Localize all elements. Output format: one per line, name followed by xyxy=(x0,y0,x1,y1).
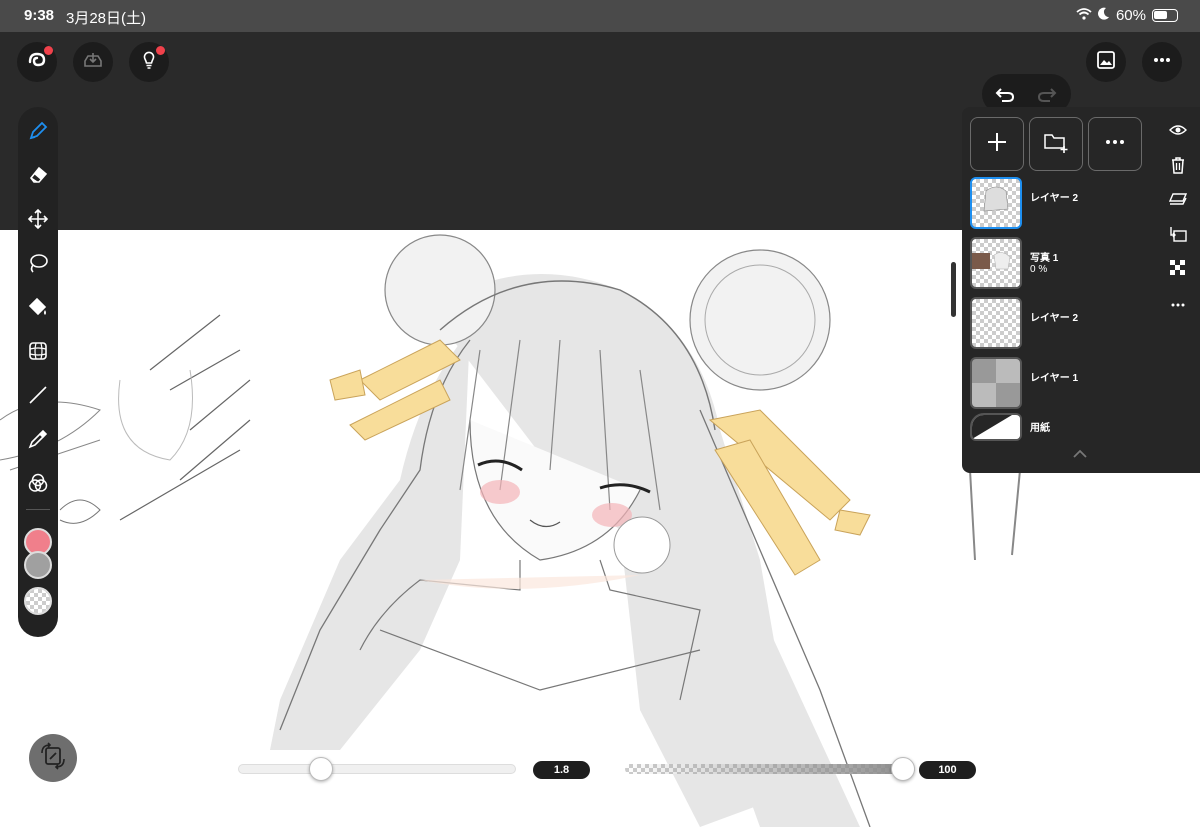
eyedropper-tool[interactable] xyxy=(26,429,50,453)
layer-more-button[interactable] xyxy=(1166,293,1190,315)
more-icon xyxy=(1170,295,1186,313)
tips-button[interactable] xyxy=(129,42,169,82)
battery-icon xyxy=(1152,9,1178,22)
layer-thumbnail xyxy=(970,177,1022,229)
transform-icon xyxy=(27,340,49,367)
layer-name: 写真 1 xyxy=(1030,253,1059,264)
lasso-tool[interactable] xyxy=(26,253,50,277)
moon-icon xyxy=(1097,7,1110,24)
gallery-button[interactable] xyxy=(1086,42,1126,82)
eraser-tool[interactable] xyxy=(26,165,50,189)
opacity-value: 100 xyxy=(919,761,976,779)
import-button[interactable] xyxy=(73,42,113,82)
plus-icon xyxy=(985,130,1009,159)
visibility-button[interactable] xyxy=(1166,121,1190,143)
layer-name: レイヤー 1 xyxy=(1030,373,1079,384)
layers-icon xyxy=(1168,192,1188,213)
pen-icon xyxy=(27,120,49,147)
undo-icon[interactable] xyxy=(994,83,1016,110)
blend-tool[interactable] xyxy=(26,473,50,497)
add-layer-button[interactable] xyxy=(970,117,1024,171)
redo-icon[interactable] xyxy=(1036,83,1058,110)
folder-plus-icon xyxy=(1042,130,1070,159)
app-menu-button[interactable] xyxy=(17,42,57,82)
wifi-icon xyxy=(1076,7,1092,24)
delete-layer-button[interactable] xyxy=(1166,156,1190,178)
layer-thumbnail xyxy=(970,357,1022,409)
fill-icon xyxy=(27,296,49,323)
layer-row[interactable]: レイヤー 1 xyxy=(970,357,1160,411)
transform-tool[interactable] xyxy=(26,341,50,365)
alpha-lock-button[interactable] xyxy=(1166,259,1190,281)
line-icon xyxy=(27,384,49,411)
layer-name: 用紙 xyxy=(1030,423,1050,434)
fill-tool[interactable] xyxy=(26,297,50,321)
checker-icon xyxy=(1170,259,1186,281)
opacity-slider[interactable] xyxy=(625,764,915,774)
brush-size-slider[interactable] xyxy=(238,764,516,774)
tool-divider xyxy=(26,509,50,510)
tool-bar xyxy=(18,107,58,637)
line-tool[interactable] xyxy=(26,385,50,409)
status-time: 9:38 xyxy=(24,7,55,24)
rotate-icon xyxy=(38,741,68,776)
notification-dot xyxy=(156,46,165,55)
secondary-color-swatch[interactable] xyxy=(24,551,52,579)
opacity-knob[interactable] xyxy=(891,757,915,781)
more-button[interactable] xyxy=(1142,42,1182,82)
status-right: 60% xyxy=(1076,7,1178,24)
merge-layer-button[interactable] xyxy=(1166,191,1190,213)
layer-row[interactable]: レイヤー 2 xyxy=(970,177,1160,231)
layer-row[interactable]: 写真 1 0 % xyxy=(970,237,1160,291)
brush-size-knob[interactable] xyxy=(309,757,333,781)
layer-thumbnail xyxy=(970,413,1022,441)
layer-row[interactable]: レイヤー 2 xyxy=(970,297,1160,351)
status-bar: 9:38 3月28日(土) 60% xyxy=(0,0,1200,32)
lasso-icon xyxy=(27,252,49,279)
layer-opacity: 0 % xyxy=(1030,264,1048,275)
eraser-icon xyxy=(27,164,49,191)
more-icon xyxy=(1151,49,1173,76)
layer-panel: レイヤー 2 写真 1 0 % レイヤー 2 レイヤー 1 用紙 xyxy=(962,107,1200,473)
layer-name: レイヤー 2 xyxy=(1030,193,1079,204)
eyedropper-icon xyxy=(27,428,49,455)
eye-icon xyxy=(1169,123,1187,142)
battery-percent: 60% xyxy=(1115,7,1146,24)
panel-resize-handle[interactable] xyxy=(951,262,956,317)
app-window: 9:38 3月28日(土) 60% レイヤー 2 写真 1 0 % レイヤー 2… xyxy=(0,0,1200,827)
clipping-button[interactable] xyxy=(1166,225,1190,247)
layer-thumbnail xyxy=(970,237,1022,289)
trash-icon xyxy=(1170,156,1186,179)
rotate-canvas-button[interactable] xyxy=(29,734,77,782)
add-folder-button[interactable] xyxy=(1029,117,1083,171)
status-date: 3月28日(土) xyxy=(66,10,147,27)
brush-size-value: 1.8 xyxy=(533,761,590,779)
move-tool[interactable] xyxy=(26,208,50,235)
import-icon xyxy=(82,49,104,76)
clip-icon xyxy=(1169,225,1187,248)
layer-thumbnail xyxy=(970,297,1022,349)
pen-tool[interactable] xyxy=(26,121,50,145)
move-icon xyxy=(27,208,49,235)
notification-dot xyxy=(44,46,53,55)
layer-row[interactable]: 用紙 xyxy=(970,413,1160,443)
blend-icon xyxy=(27,472,49,499)
layer-name: レイヤー 2 xyxy=(1030,313,1079,324)
opacity-gradient xyxy=(625,764,915,774)
more-icon xyxy=(1103,130,1127,159)
gallery-icon xyxy=(1095,49,1117,76)
layer-options-button[interactable] xyxy=(1088,117,1142,171)
transparent-color-swatch[interactable] xyxy=(24,587,52,615)
collapse-panel-icon[interactable] xyxy=(1070,447,1090,466)
